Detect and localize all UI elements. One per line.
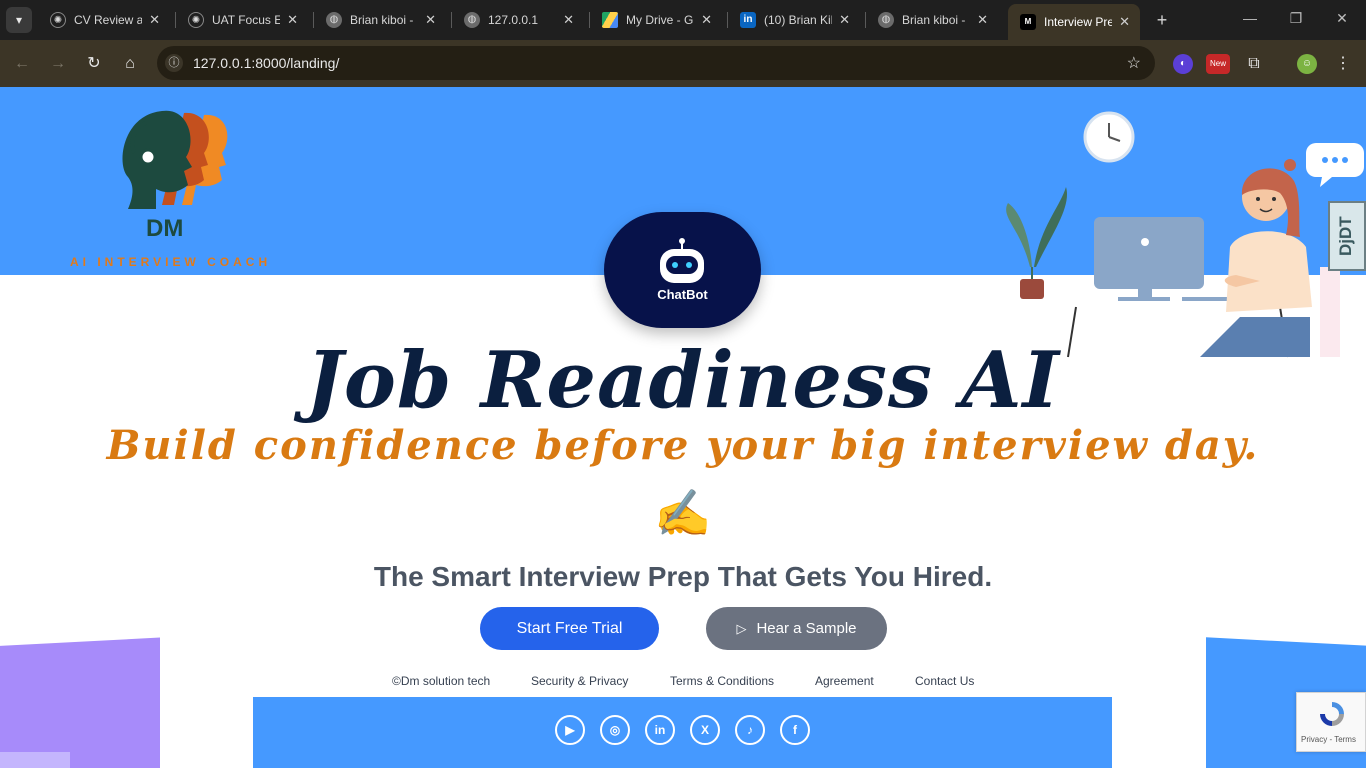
tab-brian-kiboi-1[interactable]: ◍ Brian kiboi - ✕ bbox=[314, 4, 446, 36]
extensions-puzzle-icon[interactable]: ⧉ bbox=[1244, 54, 1264, 74]
hero-tagline: The Smart Interview Prep That Gets You H… bbox=[373, 561, 993, 592]
start-free-trial-button[interactable]: Start Free Trial bbox=[480, 607, 659, 650]
chatbot-label: ChatBot bbox=[657, 287, 708, 302]
close-icon[interactable]: ✕ bbox=[287, 12, 298, 28]
reload-icon[interactable]: ↻ bbox=[80, 50, 108, 78]
tab-label: UAT Focus Ea bbox=[212, 13, 280, 27]
close-icon[interactable]: ✕ bbox=[425, 12, 436, 28]
hero-subtitle: Build confidence before your big intervi… bbox=[106, 422, 1260, 469]
menu-kebab-icon[interactable]: ⋮ bbox=[1333, 54, 1353, 74]
robot-icon bbox=[660, 238, 704, 283]
close-icon[interactable]: ✕ bbox=[1119, 14, 1130, 30]
address-bar[interactable]: ⓘ 127.0.0.1:8000/landing/ ☆ bbox=[157, 46, 1155, 80]
footer-link-security-privacy[interactable]: Security & Privacy bbox=[531, 674, 628, 688]
browser-toolbar: ← → ↻ ⌂ ⓘ 127.0.0.1:8000/landing/ ☆ ◐ Ne… bbox=[0, 40, 1366, 87]
play-icon: ▷ bbox=[736, 620, 747, 636]
google-drive-icon bbox=[602, 12, 618, 28]
social-media-bar: ▶ ◎ in X ♪ f bbox=[253, 697, 1112, 768]
tab-label: CV Review and bbox=[74, 13, 142, 27]
woman-at-computer-illustration bbox=[990, 111, 1366, 362]
site-icon: M bbox=[1020, 14, 1036, 30]
footer-link-terms[interactable]: Terms & Conditions bbox=[670, 674, 774, 688]
hear-a-sample-button[interactable]: ▷ Hear a Sample bbox=[706, 607, 887, 650]
close-icon[interactable]: ✕ bbox=[977, 12, 988, 28]
tab-interview-prep[interactable]: M Interview Pre ✕ bbox=[1008, 4, 1140, 40]
x-icon[interactable]: X bbox=[690, 715, 720, 745]
close-icon[interactable]: ✕ bbox=[149, 12, 160, 28]
tab-label: 127.0.0.1 bbox=[488, 13, 539, 27]
footer-link-agreement[interactable]: Agreement bbox=[815, 674, 874, 688]
new-tab-button[interactable]: + bbox=[1152, 9, 1172, 31]
facebook-icon[interactable]: f bbox=[780, 715, 810, 745]
tab-label: Brian kiboi - bbox=[350, 13, 414, 27]
tab-my-drive[interactable]: My Drive - G ✕ bbox=[590, 4, 722, 36]
youtube-icon[interactable]: ▶ bbox=[555, 715, 585, 745]
globe-icon: ◍ bbox=[878, 12, 894, 28]
writing-hand-icon: ✍️ bbox=[654, 487, 712, 539]
hero-title: Job Readiness AI bbox=[305, 335, 1061, 426]
tab-brian-kiboi-2[interactable]: ◍ Brian kiboi - ✕ bbox=[866, 4, 998, 36]
globe-icon: ◍ bbox=[326, 12, 342, 28]
django-debug-toolbar-handle[interactable]: DjDT bbox=[1328, 201, 1366, 271]
close-icon[interactable]: ✕ bbox=[701, 12, 712, 28]
browser-tab-bar: ▾ ✺ CV Review and ✕ ✺ UAT Focus Ea ✕ ◍ B… bbox=[0, 0, 1366, 40]
recaptcha-links[interactable]: Privacy - Terms bbox=[1301, 735, 1356, 744]
back-icon[interactable]: ← bbox=[8, 50, 36, 78]
recaptcha-icon bbox=[1320, 702, 1344, 726]
decorative-lilac-shape bbox=[0, 752, 70, 768]
brand-logo[interactable]: DM AI INTERVIEW COACH bbox=[64, 105, 284, 270]
tab-cv-review[interactable]: ✺ CV Review and ✕ bbox=[38, 4, 170, 36]
chatbot-button[interactable]: ChatBot bbox=[604, 212, 761, 328]
openai-icon: ✺ bbox=[188, 12, 204, 28]
site-info-icon[interactable]: ⓘ bbox=[165, 54, 183, 72]
instagram-icon[interactable]: ◎ bbox=[600, 715, 630, 745]
logo-letters: DM bbox=[146, 215, 184, 242]
landing-page: DM AI INTERVIEW COACH ChatBot DjDT Job R… bbox=[0, 87, 1366, 768]
footer-link-contact[interactable]: Contact Us bbox=[915, 674, 974, 688]
forward-icon[interactable]: → bbox=[44, 50, 72, 78]
footer-copyright: ©Dm solution tech bbox=[392, 674, 491, 688]
tab-label: Interview Pre bbox=[1044, 15, 1112, 29]
hear-a-sample-label: Hear a Sample bbox=[756, 620, 857, 637]
tab-linkedin[interactable]: in (10) Brian Kil ✕ bbox=[728, 4, 860, 36]
linkedin-icon: in bbox=[740, 12, 756, 28]
decorative-purple-shape bbox=[0, 637, 160, 768]
restore-icon[interactable]: ❐ bbox=[1286, 10, 1306, 27]
extension-icon[interactable]: ◐ bbox=[1173, 54, 1193, 74]
tiktok-icon[interactable]: ♪ bbox=[735, 715, 765, 745]
home-icon[interactable]: ⌂ bbox=[116, 50, 144, 78]
close-icon[interactable]: ✕ bbox=[839, 12, 850, 28]
tab-search-button[interactable]: ▾ bbox=[6, 7, 32, 33]
extension-new-icon[interactable]: New bbox=[1206, 54, 1230, 74]
extension-badge: New bbox=[1209, 59, 1226, 68]
linkedin-icon[interactable]: in bbox=[645, 715, 675, 745]
url-text[interactable]: 127.0.0.1:8000/landing/ bbox=[193, 55, 339, 71]
close-icon[interactable]: ✕ bbox=[563, 12, 574, 28]
recaptcha-badge[interactable]: Privacy - Terms bbox=[1296, 692, 1366, 752]
openai-icon: ✺ bbox=[50, 12, 66, 28]
window-close-icon[interactable]: ✕ bbox=[1332, 10, 1352, 27]
minimize-icon[interactable]: — bbox=[1240, 10, 1260, 26]
tab-label: Brian kiboi - bbox=[902, 13, 966, 27]
tab-uat-focus[interactable]: ✺ UAT Focus Ea ✕ bbox=[176, 4, 308, 36]
logo-tagline: AI INTERVIEW COACH bbox=[70, 255, 272, 269]
tab-localhost[interactable]: ◍ 127.0.0.1 ✕ bbox=[452, 4, 584, 36]
tab-label: My Drive - G bbox=[626, 13, 694, 27]
bookmark-star-icon[interactable]: ☆ bbox=[1127, 53, 1141, 73]
tab-label: (10) Brian Kil bbox=[764, 13, 832, 27]
globe-icon: ◍ bbox=[464, 12, 480, 28]
profile-avatar[interactable]: ☺ bbox=[1297, 54, 1317, 74]
